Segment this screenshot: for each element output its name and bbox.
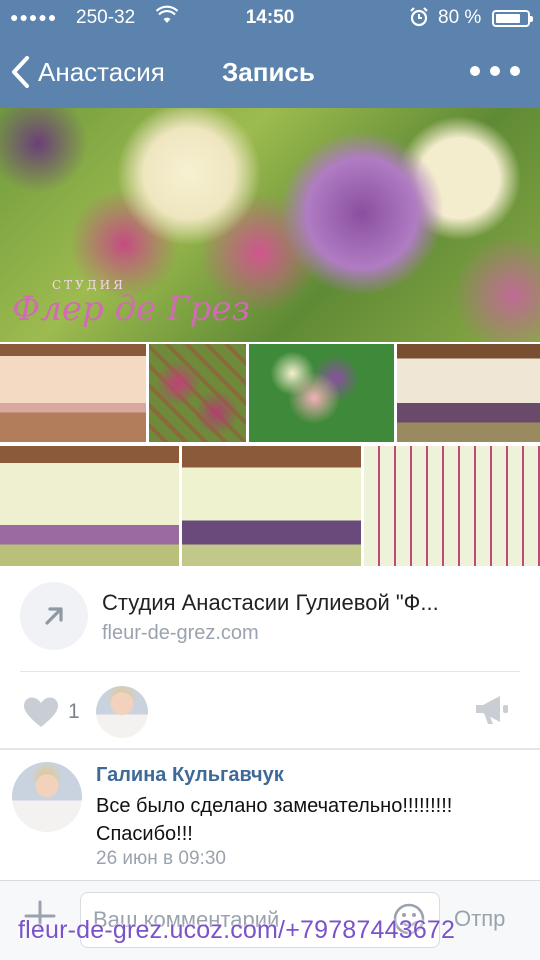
more-dot-icon	[510, 66, 520, 76]
page-title: Запись	[222, 57, 315, 87]
section-divider	[0, 748, 540, 750]
battery-percentage: 80 %	[438, 7, 482, 28]
nav-bar: Анастасия Запись	[0, 40, 540, 104]
battery-icon	[492, 10, 533, 27]
more-dot-icon	[470, 66, 480, 76]
comment-timestamp: 26 июн в 09:30	[96, 848, 226, 869]
post-photo-thumbnail[interactable]	[149, 344, 246, 442]
like-button[interactable]	[22, 696, 60, 728]
post-photo-main[interactable]: СТУДИЯ Флер де Грез	[0, 108, 540, 342]
share-button[interactable]	[474, 694, 510, 731]
more-dot-icon	[490, 66, 500, 76]
link-title[interactable]: Студия Анастасии Гулиевой "Ф...	[102, 590, 522, 616]
like-count: 1	[68, 700, 80, 723]
post-photo-thumbnail[interactable]	[249, 344, 394, 442]
post-photo-thumbnail[interactable]	[0, 344, 146, 442]
back-button[interactable]: Анастасия	[10, 52, 165, 92]
back-button-label: Анастасия	[38, 56, 165, 87]
post-photo-thumbnail[interactable]	[397, 344, 540, 442]
comment-text: Все было сделано замечательно!!!!!!!!! С…	[96, 795, 453, 845]
post-photo-thumbnail[interactable]	[0, 446, 179, 566]
post-photo-thumbnail[interactable]	[364, 446, 540, 566]
chevron-left-icon	[12, 56, 29, 88]
megaphone-icon	[476, 696, 508, 724]
divider	[20, 671, 520, 672]
commenter-avatar[interactable]	[12, 762, 82, 832]
more-options-button[interactable]	[470, 58, 520, 84]
send-button[interactable]: Отпр	[454, 906, 505, 932]
studio-logo-line2: Флер де Грез	[12, 289, 250, 329]
alarm-icon	[408, 6, 430, 34]
link-icon	[20, 582, 88, 650]
studio-logo: СТУДИЯ Флер де Грез	[12, 278, 250, 326]
watermark-text: fleur-de-grez.ucoz.com/+79787443672	[18, 916, 456, 944]
status-bar: ●●●●● 250-32 14:50 80 %	[0, 0, 540, 36]
heart-icon	[24, 697, 58, 727]
comment-author[interactable]: Галина Кульгавчук	[96, 764, 284, 787]
link-url[interactable]: fleur-de-grez.com	[102, 622, 259, 645]
post-photo-thumbnail[interactable]	[182, 446, 361, 566]
app-header: ●●●●● 250-32 14:50 80 % Анастасия Запись	[0, 0, 540, 108]
liker-avatar[interactable]	[96, 686, 148, 738]
